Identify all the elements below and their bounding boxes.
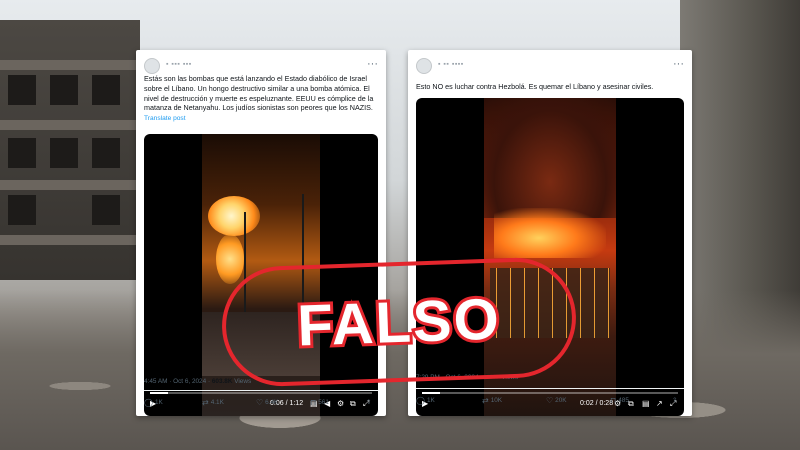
- falso-stamp: FALSO: [220, 255, 578, 389]
- like-button[interactable]: ♡ 6.4K: [256, 398, 278, 407]
- like-button[interactable]: ♡ 20K: [546, 396, 567, 405]
- reply-button[interactable]: ◯ 1K: [144, 398, 163, 407]
- blurred-username: ▪ ▪▪ ▪▪▪▪: [438, 61, 464, 68]
- reply-count: 1K: [426, 397, 435, 404]
- tweet-text: Esto NO es luchar contra Hezbolá. Es que…: [416, 82, 684, 92]
- reply-icon: ◯: [416, 396, 425, 405]
- like-count: 20K: [555, 397, 567, 404]
- repost-icon: ⇄: [482, 396, 489, 405]
- bookmark-count: 485: [618, 397, 629, 404]
- repost-button[interactable]: ⇄ 10K: [482, 396, 502, 405]
- progress-bar[interactable]: [422, 392, 678, 394]
- more-icon[interactable]: ···: [367, 58, 378, 70]
- views-label: Views: [232, 378, 252, 385]
- reply-count: 1K: [154, 399, 163, 406]
- tweet-body: Esto NO es luchar contra Hezbolá. Es que…: [416, 82, 654, 91]
- tweet-timestamp: 4:45 AM · Oct 6, 2024 ·: [144, 378, 212, 385]
- divider: [416, 388, 684, 389]
- tweet-meta: 4:45 AM · Oct 6, 2024 · 603.8K Views: [144, 378, 251, 385]
- views-count: 603.8K: [211, 378, 233, 385]
- bookmark-count: 561: [318, 399, 329, 406]
- repost-icon: ⇄: [202, 398, 209, 407]
- tweet-body: Estás son las bombas que está lanzando e…: [144, 74, 374, 113]
- divider: [144, 390, 378, 391]
- repost-button[interactable]: ⇄ 4.1K: [202, 398, 224, 407]
- translate-link[interactable]: Translate post: [144, 114, 378, 124]
- explosion: [208, 196, 260, 236]
- heart-icon: ♡: [256, 398, 264, 407]
- bookmark-icon: ⊓: [310, 398, 317, 407]
- tweet-text: Estás son las bombas que está lanzando e…: [144, 74, 378, 124]
- tweet-actions: ◯ 1K ⇄ 4.1K ♡ 6.4K ⊓ 561 ⇧: [144, 398, 378, 410]
- reply-button[interactable]: ◯ 1K: [416, 396, 435, 405]
- bookmark-button[interactable]: ⊓ 485: [610, 396, 629, 405]
- smoke-plume: [484, 98, 616, 218]
- tweet-header: ▪ ▪▪ ▪▪▪▪ ···: [416, 58, 684, 76]
- bookmark-icon: ⊓: [610, 396, 617, 405]
- fire-column: [216, 234, 244, 284]
- bookmark-button[interactable]: ⊓ 561: [310, 398, 329, 407]
- upload-icon[interactable]: ⇧: [672, 396, 677, 404]
- upload-icon[interactable]: ⇧: [366, 398, 371, 406]
- avatar[interactable]: [416, 58, 432, 74]
- repost-count: 4.1K: [210, 399, 224, 406]
- tweet-actions: ◯ 1K ⇄ 10K ♡ 20K ⊓ 485 ⇧: [416, 396, 684, 408]
- reply-icon: ◯: [144, 398, 153, 407]
- stamp-label: FALSO: [293, 283, 504, 361]
- blurred-username: ▪ ▪▪▪ ▪▪▪: [166, 61, 192, 68]
- like-count: 6.4K: [265, 399, 279, 406]
- more-icon[interactable]: ···: [673, 58, 684, 70]
- avatar[interactable]: [144, 58, 160, 74]
- repost-count: 10K: [490, 397, 503, 404]
- progress-bar[interactable]: [150, 392, 372, 394]
- heart-icon: ♡: [546, 396, 554, 405]
- destroyed-building: [0, 20, 140, 280]
- fire: [494, 208, 606, 258]
